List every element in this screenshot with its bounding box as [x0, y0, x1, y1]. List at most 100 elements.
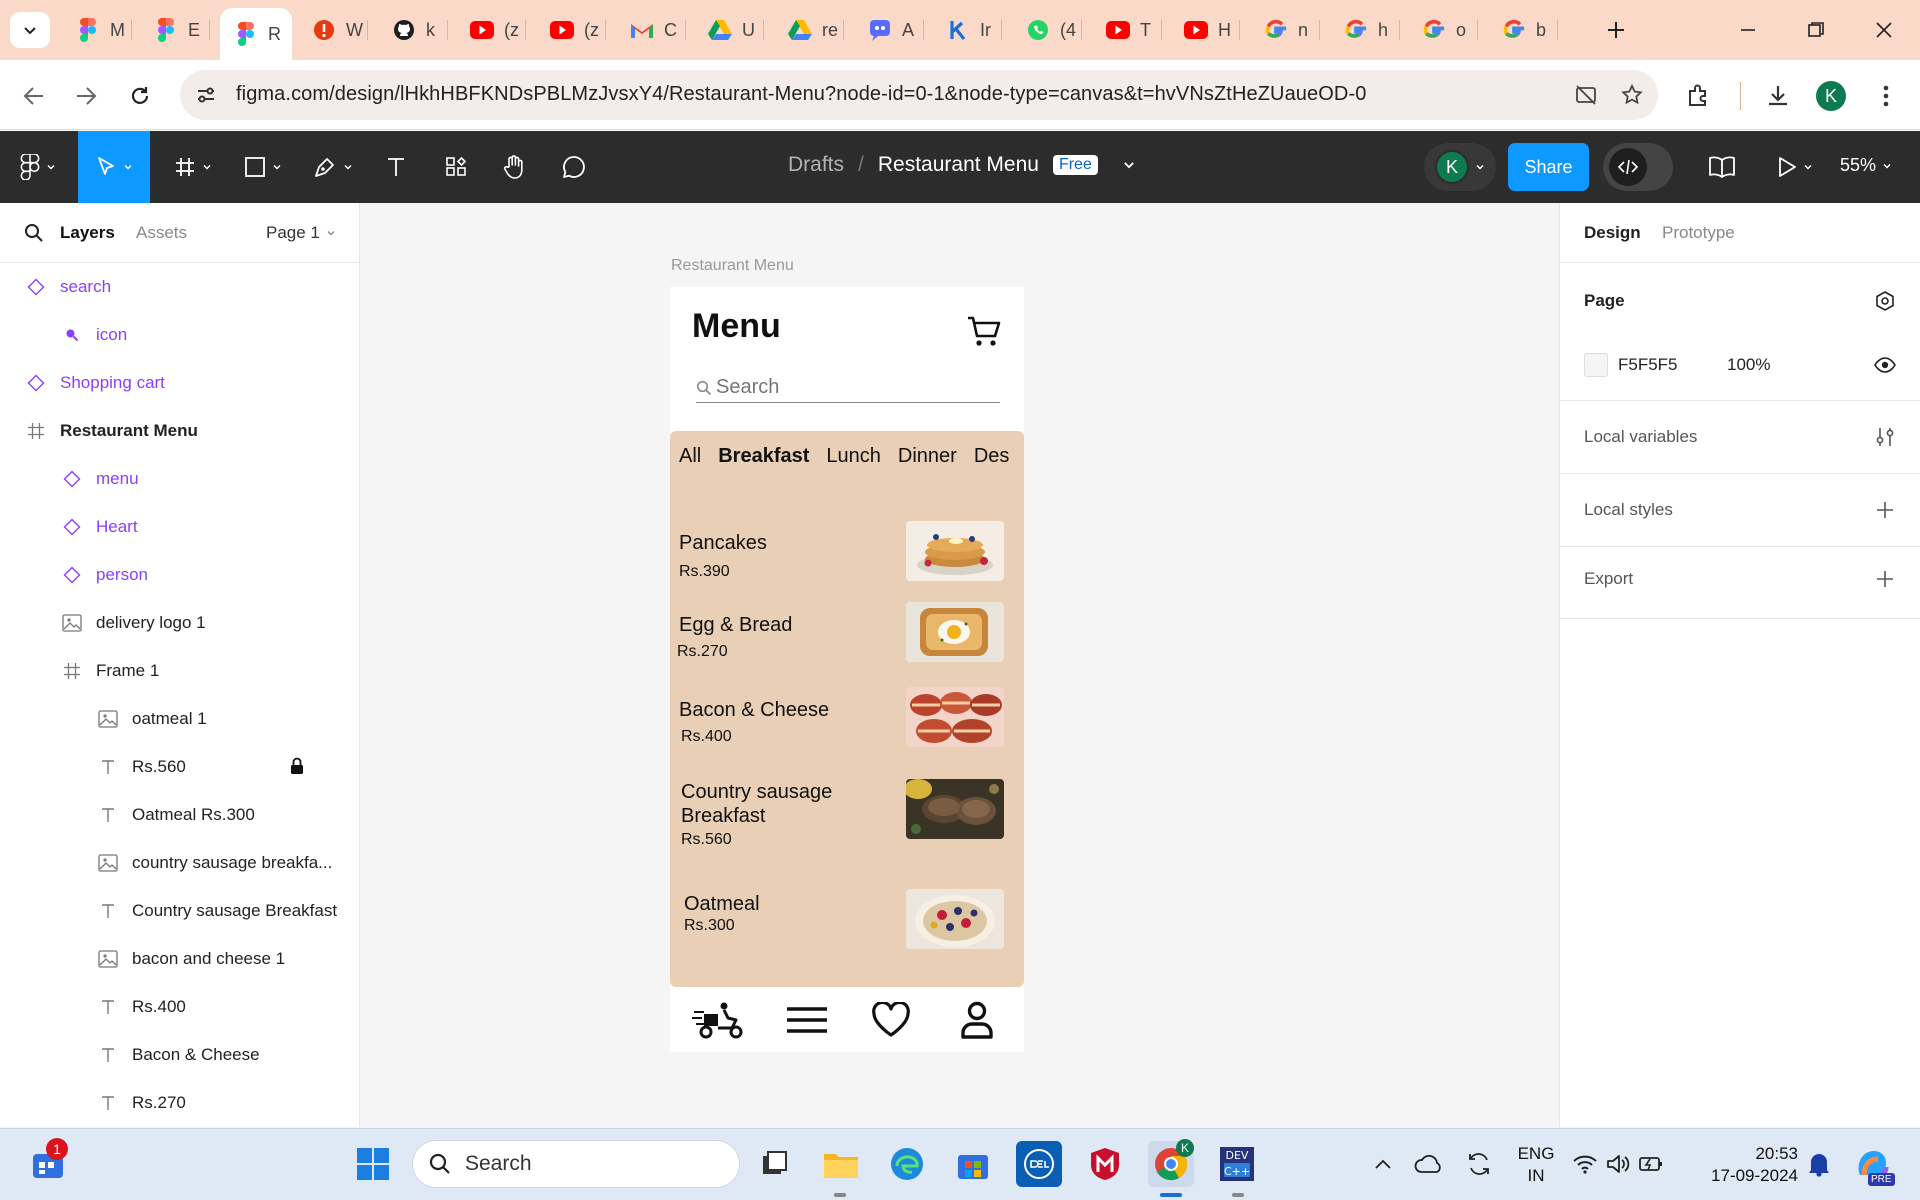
clock[interactable]: 20:53 17-09-2024 [1680, 1143, 1798, 1187]
browser-tab[interactable]: (z [536, 12, 606, 48]
person-icon[interactable] [952, 997, 1002, 1043]
pancakes-image[interactable] [906, 521, 1004, 581]
browser-tab[interactable]: M [62, 12, 132, 48]
task-view-icon[interactable] [752, 1141, 798, 1187]
layer-row[interactable]: Bacon & Cheese [0, 1031, 359, 1079]
layer-row[interactable]: bacon and cheese 1 [0, 935, 359, 983]
start-button[interactable] [350, 1141, 396, 1187]
egg-bread-image[interactable] [906, 602, 1004, 662]
browser-tab[interactable]: re [774, 12, 844, 48]
bacon-cheese-image[interactable] [906, 687, 1004, 747]
layer-row[interactable]: Rs.560 [0, 743, 359, 791]
local-styles-section[interactable]: Local styles [1560, 474, 1920, 547]
page-opacity[interactable]: 100% [1727, 355, 1770, 375]
category-tab[interactable]: All [679, 445, 701, 468]
browser-tab[interactable]: U [694, 12, 764, 48]
layer-row[interactable]: Heart [0, 503, 359, 551]
main-menu-button[interactable] [16, 131, 60, 203]
browser-tab[interactable]: (4 [1012, 12, 1082, 48]
close-window-button[interactable] [1864, 12, 1904, 48]
layer-row[interactable]: country sausage breakfa... [0, 839, 359, 887]
browser-tab[interactable]: (z [456, 12, 526, 48]
browser-tab[interactable]: A [854, 12, 924, 48]
minimize-button[interactable] [1728, 12, 1768, 48]
forward-button[interactable] [66, 76, 106, 116]
dev-cpp-icon[interactable]: DEV C++ [1214, 1141, 1260, 1187]
back-button[interactable] [14, 76, 54, 116]
page-settings-icon[interactable] [1873, 289, 1897, 313]
resources-button[interactable] [438, 131, 474, 203]
onedrive-icon[interactable] [1406, 1141, 1452, 1187]
layer-row[interactable]: Frame 1 [0, 647, 359, 695]
mcafee-icon[interactable] [1082, 1141, 1128, 1187]
hand-tool-button[interactable] [496, 131, 532, 203]
layer-row[interactable]: menu [0, 455, 359, 503]
browser-tab[interactable]: E [140, 12, 210, 48]
frame-tool-button[interactable] [168, 131, 218, 203]
reload-button[interactable] [120, 76, 160, 116]
library-button[interactable] [1702, 131, 1742, 203]
browser-tab[interactable]: o [1408, 12, 1478, 48]
layer-row[interactable]: Rs.270 [0, 1079, 359, 1127]
install-app-icon[interactable] [1574, 83, 1598, 107]
layer-row[interactable]: Country sausage Breakfast [0, 887, 359, 935]
taskbar-search[interactable]: Search [412, 1140, 740, 1188]
layer-row[interactable]: Shopping cart [0, 359, 359, 407]
category-tab[interactable]: Breakfast [718, 445, 809, 468]
layer-row[interactable]: person [0, 551, 359, 599]
file-name[interactable]: Restaurant Menu [878, 153, 1039, 177]
site-info-icon[interactable] [194, 83, 218, 107]
eye-icon[interactable] [1873, 353, 1897, 377]
share-button[interactable]: Share [1508, 143, 1589, 191]
present-button[interactable] [1772, 131, 1818, 203]
tab-design[interactable]: Design [1584, 223, 1641, 243]
oatmeal-image[interactable] [906, 889, 1004, 949]
language-indicator[interactable]: ENG IN [1510, 1143, 1562, 1187]
add-export-icon[interactable] [1873, 567, 1897, 591]
dell-icon[interactable] [1016, 1141, 1062, 1187]
downloads-button[interactable] [1760, 78, 1796, 114]
sync-icon[interactable] [1456, 1141, 1502, 1187]
category-tab[interactable]: Des [974, 445, 1010, 468]
tab-prototype[interactable]: Prototype [1662, 223, 1735, 243]
add-style-icon[interactable] [1873, 498, 1897, 522]
restore-button[interactable] [1796, 12, 1836, 48]
delivery-icon[interactable] [688, 997, 748, 1043]
pen-tool-button[interactable] [308, 131, 358, 203]
layer-row[interactable]: delivery logo 1 [0, 599, 359, 647]
browser-tab[interactable]: n [1250, 12, 1320, 48]
sausage-breakfast-image[interactable] [906, 779, 1004, 839]
edge-icon[interactable] [884, 1141, 930, 1187]
omnibox[interactable]: figma.com/design/lHkhHBFKNDsPBLMzJvsxY4/… [180, 70, 1658, 120]
layer-row[interactable]: Restaurant Menu [0, 407, 359, 455]
page-selector[interactable]: Page 1 [266, 223, 336, 243]
browser-tab[interactable]: h [1330, 12, 1400, 48]
dev-mode-toggle[interactable] [1603, 143, 1673, 191]
new-tab-button[interactable] [1598, 12, 1634, 48]
store-icon[interactable] [950, 1141, 996, 1187]
file-explorer-icon[interactable] [818, 1141, 864, 1187]
browser-tab[interactable]: C [616, 12, 686, 48]
browser-tab[interactable]: R× [220, 8, 292, 60]
local-variables-section[interactable]: Local variables [1560, 401, 1920, 474]
browser-tab[interactable]: k [378, 12, 448, 48]
page-color-hex[interactable]: F5F5F5 [1618, 355, 1678, 375]
layer-row[interactable]: oatmeal 1 [0, 695, 359, 743]
frame-label[interactable]: Restaurant Menu [671, 257, 794, 275]
shopping-cart-icon[interactable] [966, 313, 1002, 349]
url-text[interactable]: figma.com/design/lHkhHBFKNDsPBLMzJvsxY4/… [236, 83, 1366, 106]
menu-icon[interactable] [782, 997, 832, 1043]
shape-tool-button[interactable] [238, 131, 288, 203]
extensions-button[interactable] [1680, 78, 1716, 114]
layer-row[interactable]: Rs.400 [0, 983, 359, 1031]
text-tool-button[interactable] [378, 131, 414, 203]
move-tool-button[interactable] [78, 131, 150, 203]
tab-search-button[interactable] [10, 12, 50, 48]
layer-row[interactable]: search [0, 263, 359, 311]
browser-tab[interactable]: W [298, 12, 368, 48]
browser-tab[interactable]: T [1092, 12, 1162, 48]
chevron-down-icon[interactable] [1122, 158, 1136, 172]
search-icon[interactable] [24, 223, 44, 243]
export-section[interactable]: Export [1560, 547, 1920, 619]
bookmark-star-icon[interactable] [1620, 83, 1644, 107]
